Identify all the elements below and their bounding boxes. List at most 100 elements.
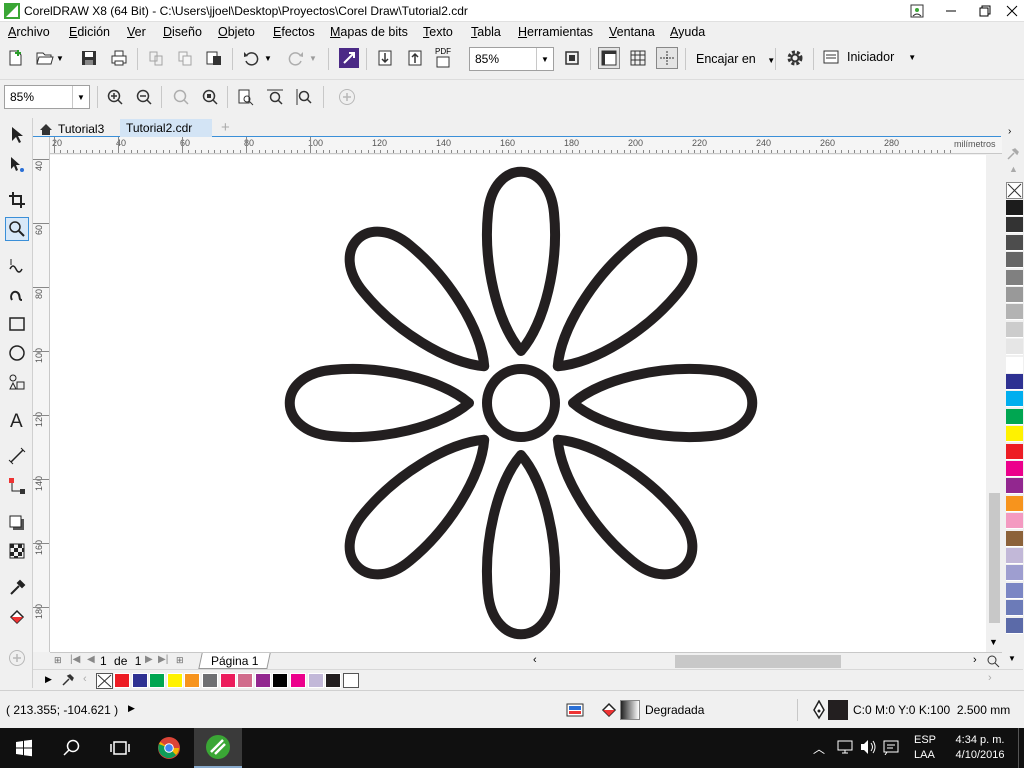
zoom-to-all-objects-icon[interactable] <box>199 86 221 108</box>
show-grid-icon[interactable] <box>627 47 649 69</box>
menu-diseno[interactable]: Diseño <box>163 25 202 39</box>
crop-tool-icon[interactable] <box>5 188 29 212</box>
color-swatch[interactable] <box>1006 217 1023 234</box>
full-screen-icon[interactable] <box>561 47 583 69</box>
flower-drawing[interactable] <box>50 155 986 652</box>
color-eyedropper-tool-icon[interactable] <box>5 576 29 600</box>
language-indicator[interactable]: ESP LAA <box>914 733 936 763</box>
document-color-swatch[interactable] <box>272 673 289 688</box>
launcher-dropdown[interactable]: Iniciador ▼ <box>823 50 916 64</box>
options-gear-icon[interactable] <box>784 47 806 69</box>
restore-app-icon[interactable] <box>900 0 934 22</box>
undo-dropdown-icon[interactable]: ▼ <box>262 47 274 69</box>
document-color-swatch[interactable] <box>202 673 218 688</box>
color-proof-icon[interactable] <box>566 701 584 719</box>
menu-edicion[interactable]: Edición <box>69 25 110 39</box>
pick-tool-icon[interactable] <box>5 123 29 147</box>
document-color-swatch[interactable] <box>325 673 342 688</box>
chrome-icon[interactable] <box>145 728 193 768</box>
color-swatch[interactable] <box>1006 513 1023 530</box>
document-color-swatch[interactable] <box>290 673 306 688</box>
zoom-to-page-icon[interactable] <box>235 86 257 108</box>
paste-icon[interactable] <box>203 47 225 69</box>
rectangle-tool-icon[interactable] <box>5 312 29 336</box>
scroll-down-icon[interactable]: ▼ <box>989 637 998 647</box>
open-dropdown-icon[interactable]: ▼ <box>54 47 66 69</box>
color-swatch[interactable] <box>1006 287 1023 303</box>
document-color-swatch[interactable] <box>342 673 359 688</box>
cut-icon[interactable] <box>145 47 167 69</box>
zoom-tool-icon[interactable] <box>5 217 29 241</box>
vertical-scrollbar[interactable]: ▼ <box>986 155 1002 652</box>
redo-icon[interactable] <box>285 47 307 69</box>
snap-to-dropdown[interactable]: Encajar en ▼ <box>696 52 775 66</box>
menu-objeto[interactable]: Objeto <box>218 25 255 39</box>
outline-color-swatch[interactable] <box>828 700 848 720</box>
zoom-to-selected-icon[interactable] <box>170 86 192 108</box>
search-icon[interactable] <box>48 728 96 768</box>
palette-scroll-up-icon[interactable]: ▲ <box>1009 164 1018 174</box>
flower-center-circle[interactable] <box>482 364 560 442</box>
flower-petal[interactable] <box>482 166 560 356</box>
color-swatch[interactable] <box>1006 530 1023 547</box>
color-swatch[interactable] <box>1006 304 1023 321</box>
drop-shadow-tool-icon[interactable] <box>5 511 29 535</box>
new-tab-plus-icon[interactable]: + <box>215 119 236 137</box>
color-swatch[interactable] <box>1006 339 1023 356</box>
import-icon[interactable] <box>374 47 396 69</box>
color-swatch[interactable] <box>1006 426 1023 443</box>
publish-pdf-icon[interactable]: PDF <box>432 46 454 68</box>
scroll-left-icon[interactable]: ‹ <box>533 654 537 666</box>
minimize-button[interactable] <box>934 0 968 22</box>
color-swatch[interactable] <box>1006 374 1023 390</box>
open-folder-icon[interactable] <box>34 47 56 69</box>
connector-tool-icon[interactable] <box>5 474 29 498</box>
color-swatch[interactable] <box>1006 478 1023 495</box>
add-icon[interactable] <box>336 86 358 108</box>
task-view-icon[interactable] <box>96 728 144 768</box>
document-color-swatch[interactable] <box>131 673 148 688</box>
menu-mapas-de-bits[interactable]: Mapas de bits <box>330 25 408 39</box>
document-color-swatch[interactable] <box>184 673 201 688</box>
print-icon[interactable] <box>108 47 130 69</box>
polygon-tool-icon[interactable] <box>5 370 29 394</box>
menu-ventana[interactable]: Ventana <box>609 25 655 39</box>
vertical-ruler[interactable]: 40 60 80 100 120 140 160 180 <box>33 137 50 652</box>
first-page-icon[interactable]: ⊞ <box>54 655 62 666</box>
color-swatch[interactable] <box>1006 548 1023 564</box>
fill-indicator-icon[interactable] <box>600 700 620 720</box>
show-rulers-icon[interactable] <box>598 47 620 69</box>
interactive-fill-tool-icon[interactable] <box>5 605 29 629</box>
document-color-swatch[interactable] <box>307 673 324 688</box>
network-icon[interactable] <box>836 739 854 755</box>
go-last-icon[interactable]: ▶| <box>158 654 168 665</box>
export-icon[interactable] <box>404 47 426 69</box>
color-swatch[interactable] <box>1006 461 1023 477</box>
menu-ver[interactable]: Ver <box>127 25 146 39</box>
add-page-icon[interactable]: ⊞ <box>176 655 184 666</box>
text-tool-icon[interactable]: A <box>5 408 29 432</box>
action-center-icon[interactable] <box>882 739 900 756</box>
color-swatch[interactable] <box>1006 200 1023 216</box>
zoom-out-icon[interactable] <box>133 86 155 108</box>
color-swatch[interactable] <box>1006 495 1023 512</box>
undo-icon[interactable] <box>240 47 262 69</box>
close-button[interactable] <box>995 0 1024 22</box>
palette-scroll-down-icon[interactable]: ▼ <box>1008 654 1016 663</box>
palette-menu-icon[interactable]: ▶ <box>45 674 52 685</box>
document-color-swatch[interactable] <box>149 673 166 688</box>
chevron-down-icon[interactable]: ▼ <box>72 86 89 108</box>
coreldraw-taskbar-icon[interactable] <box>194 728 242 768</box>
artistic-media-tool-icon[interactable] <box>5 282 29 306</box>
doc-palette-scroll-left-icon[interactable]: ‹ <box>83 673 87 685</box>
color-swatch[interactable] <box>1006 582 1023 599</box>
show-guidelines-icon[interactable] <box>656 47 678 69</box>
menu-archivo[interactable]: Archivo <box>8 25 50 39</box>
clock[interactable]: 4:34 p. m. 4/10/2016 <box>952 733 1008 763</box>
property-zoom-combo[interactable]: 85% ▼ <box>4 85 90 109</box>
drawing-canvas[interactable] <box>50 155 986 652</box>
transparency-tool-icon[interactable] <box>5 539 29 563</box>
redo-dropdown-icon[interactable]: ▼ <box>307 47 319 69</box>
zoom-to-page-height-icon[interactable] <box>293 86 315 108</box>
horizontal-ruler[interactable]: 20 40 60 80 100 120 140 160 180 200 220 240 260 280 m… <box>50 137 1002 154</box>
